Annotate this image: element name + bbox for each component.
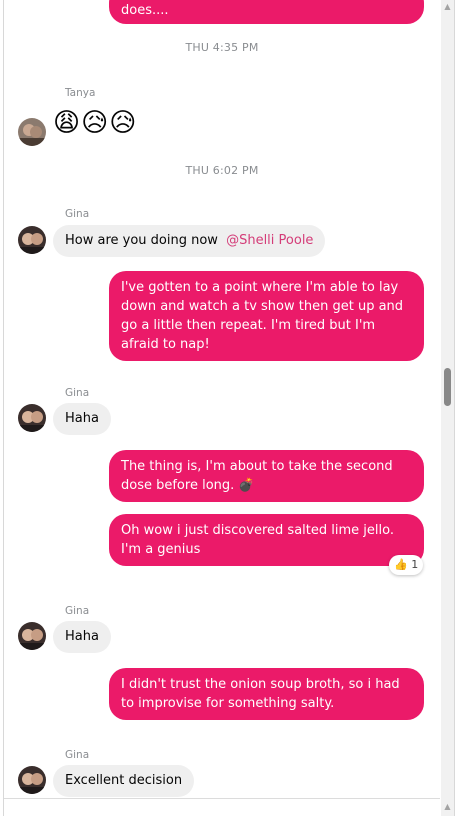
message-text: does.... <box>121 3 169 18</box>
message-text: Haha <box>65 411 99 426</box>
sender-name: Tanya <box>65 87 96 99</box>
avatar-tanya[interactable] <box>18 118 46 146</box>
thumbs-up-icon: 👍 <box>394 558 408 571</box>
message-text: I've gotten to a point where I'm able to… <box>121 280 404 352</box>
scrollbar[interactable]: ▲ <box>441 0 454 798</box>
message-text: I didn't trust the onion soup broth, so … <box>121 677 400 711</box>
scroll-up-arrow-icon[interactable]: ▲ <box>441 0 454 14</box>
reaction-count: 1 <box>411 558 419 571</box>
mention-link[interactable]: @Shelli Poole <box>226 233 313 248</box>
outgoing-message[interactable]: Oh wow i just discovered salted lime jel… <box>109 514 424 566</box>
outgoing-message[interactable]: I didn't trust the onion soup broth, so … <box>109 668 424 720</box>
avatar-gina[interactable] <box>18 622 46 650</box>
timestamp: THU 4:35 PM <box>185 41 259 54</box>
incoming-message[interactable]: Haha <box>53 621 111 653</box>
sender-name: Gina <box>65 208 90 220</box>
outgoing-message[interactable]: The thing is, I'm about to take the seco… <box>109 450 424 502</box>
avatar-gina[interactable] <box>18 226 46 254</box>
incoming-message[interactable]: Haha <box>53 403 111 435</box>
emoji-message[interactable]: 😩😥😥 <box>53 108 137 138</box>
outgoing-message-partial[interactable]: does.... <box>109 0 424 24</box>
scrollbar-thumb[interactable] <box>444 368 451 406</box>
message-composer[interactable] <box>4 798 440 816</box>
scroll-up-arrow-icon[interactable]: ▲ <box>441 798 454 816</box>
outgoing-message[interactable]: I've gotten to a point where I'm able to… <box>109 271 424 361</box>
timestamp: THU 6:02 PM <box>185 164 259 177</box>
chat-window: does.... THU 4:35 PM Tanya 😩😥😥 THU 6:02 … <box>3 0 455 816</box>
message-text: Excellent decision <box>65 773 183 788</box>
message-text: Oh wow i just discovered salted lime jel… <box>121 523 394 557</box>
message-text: The thing is, I'm about to take the seco… <box>121 459 393 493</box>
avatar-gina[interactable] <box>18 404 46 432</box>
message-text: How are you doing now <box>65 233 218 248</box>
message-list[interactable]: does.... THU 4:35 PM Tanya 😩😥😥 THU 6:02 … <box>4 0 440 798</box>
sender-name: Gina <box>65 605 90 617</box>
sender-name: Gina <box>65 749 90 761</box>
avatar-gina[interactable] <box>18 766 46 794</box>
sender-name: Gina <box>65 387 90 399</box>
incoming-message[interactable]: Excellent decision <box>53 765 195 797</box>
incoming-message[interactable]: How are you doing now @Shelli Poole <box>53 225 326 257</box>
message-text: Haha <box>65 629 99 644</box>
reaction-badge[interactable]: 👍 1 <box>389 555 424 575</box>
